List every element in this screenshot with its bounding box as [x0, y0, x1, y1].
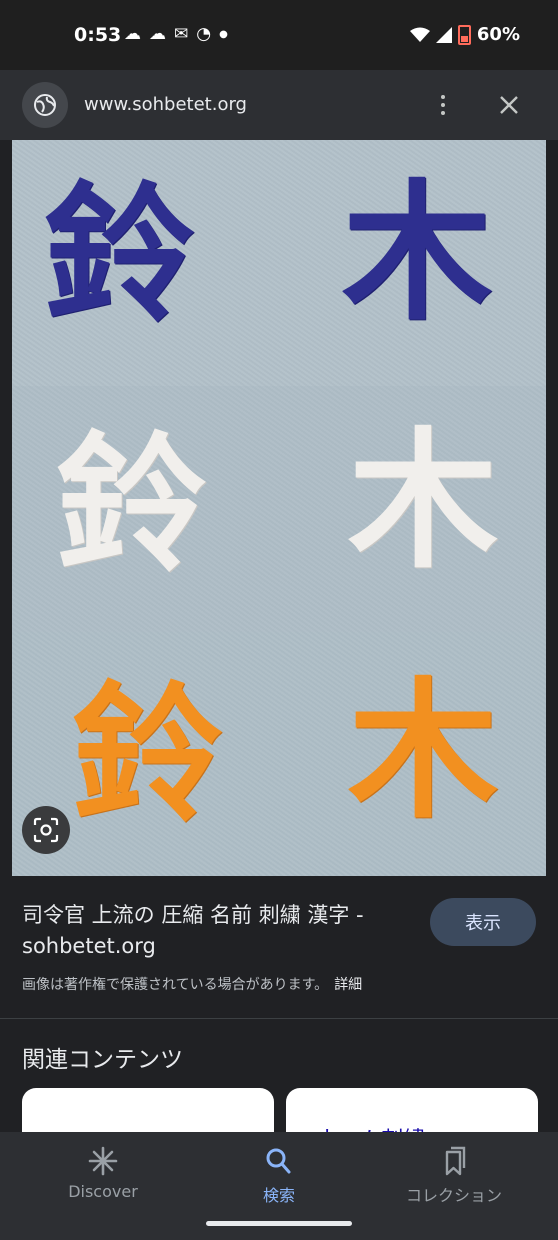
kanji-blue-right: 木 — [342, 165, 493, 341]
status-bar: 0:53 ☁ ☁ ✉ ◔ ● 60% — [0, 0, 558, 70]
url-text[interactable]: www.sohbetet.org — [84, 94, 247, 115]
search-icon — [266, 1148, 291, 1174]
nav-discover[interactable]: Discover — [33, 1146, 173, 1201]
battery-icon — [457, 24, 471, 45]
kanji-white-right: 木 — [348, 413, 499, 589]
lens-icon[interactable] — [22, 806, 70, 854]
close-icon[interactable] — [494, 90, 524, 120]
messenger-icon: ◔ — [196, 24, 212, 44]
status-right: 60% — [409, 24, 520, 45]
nav-search[interactable]: 検索 — [209, 1146, 349, 1206]
home-indicator[interactable] — [206, 1221, 352, 1226]
notification-icons: ☁ ☁ ✉ ◔ ● — [124, 24, 228, 44]
kanji-orange-left: 鈴 — [72, 667, 223, 843]
collections-icon — [445, 1146, 466, 1176]
nav-collections-label: コレクション — [405, 1186, 502, 1205]
show-button[interactable]: 表示 — [430, 898, 536, 946]
globe-icon[interactable] — [22, 82, 68, 128]
nav-collections[interactable]: コレクション — [384, 1146, 524, 1206]
result-info: 司令官 上流の 圧縮 名前 刺繍 漢字 - sohbetet.org 画像は著作… — [0, 876, 558, 1018]
kanji-orange-right: 木 — [348, 663, 499, 839]
status-time: 0:53 — [74, 24, 122, 46]
divider — [0, 1018, 558, 1019]
dot-icon: ● — [219, 28, 228, 40]
copyright-text: 画像は著作権で保護されている場合があります。 — [22, 977, 329, 993]
mail-icon: ✉ — [174, 24, 189, 44]
result-image[interactable]: 鈴 木 鈴 木 鈴 木 — [12, 140, 546, 876]
cloud-sync-icon: ☁ — [149, 24, 166, 44]
copyright-notice: 画像は著作権で保護されている場合があります。 詳細 — [22, 974, 362, 994]
battery-level: 60% — [476, 24, 520, 45]
more-vert-icon[interactable] — [430, 92, 456, 118]
kanji-blue-left: 鈴 — [44, 167, 195, 343]
asterisk-icon — [88, 1146, 118, 1176]
wifi-icon — [409, 27, 430, 42]
cloud-sync-icon: ☁ — [124, 24, 141, 44]
signal-icon — [435, 26, 452, 43]
nav-discover-label: Discover — [68, 1182, 138, 1201]
result-title[interactable]: 司令官 上流の 圧縮 名前 刺繍 漢字 - sohbetet.org — [22, 900, 422, 962]
nav-search-label: 検索 — [262, 1186, 295, 1205]
browser-url-bar: www.sohbetet.org — [0, 70, 558, 140]
details-link[interactable]: 詳細 — [334, 977, 362, 993]
related-title: 関連コンテンツ — [22, 1047, 183, 1073]
kanji-white-left: 鈴 — [56, 417, 207, 593]
